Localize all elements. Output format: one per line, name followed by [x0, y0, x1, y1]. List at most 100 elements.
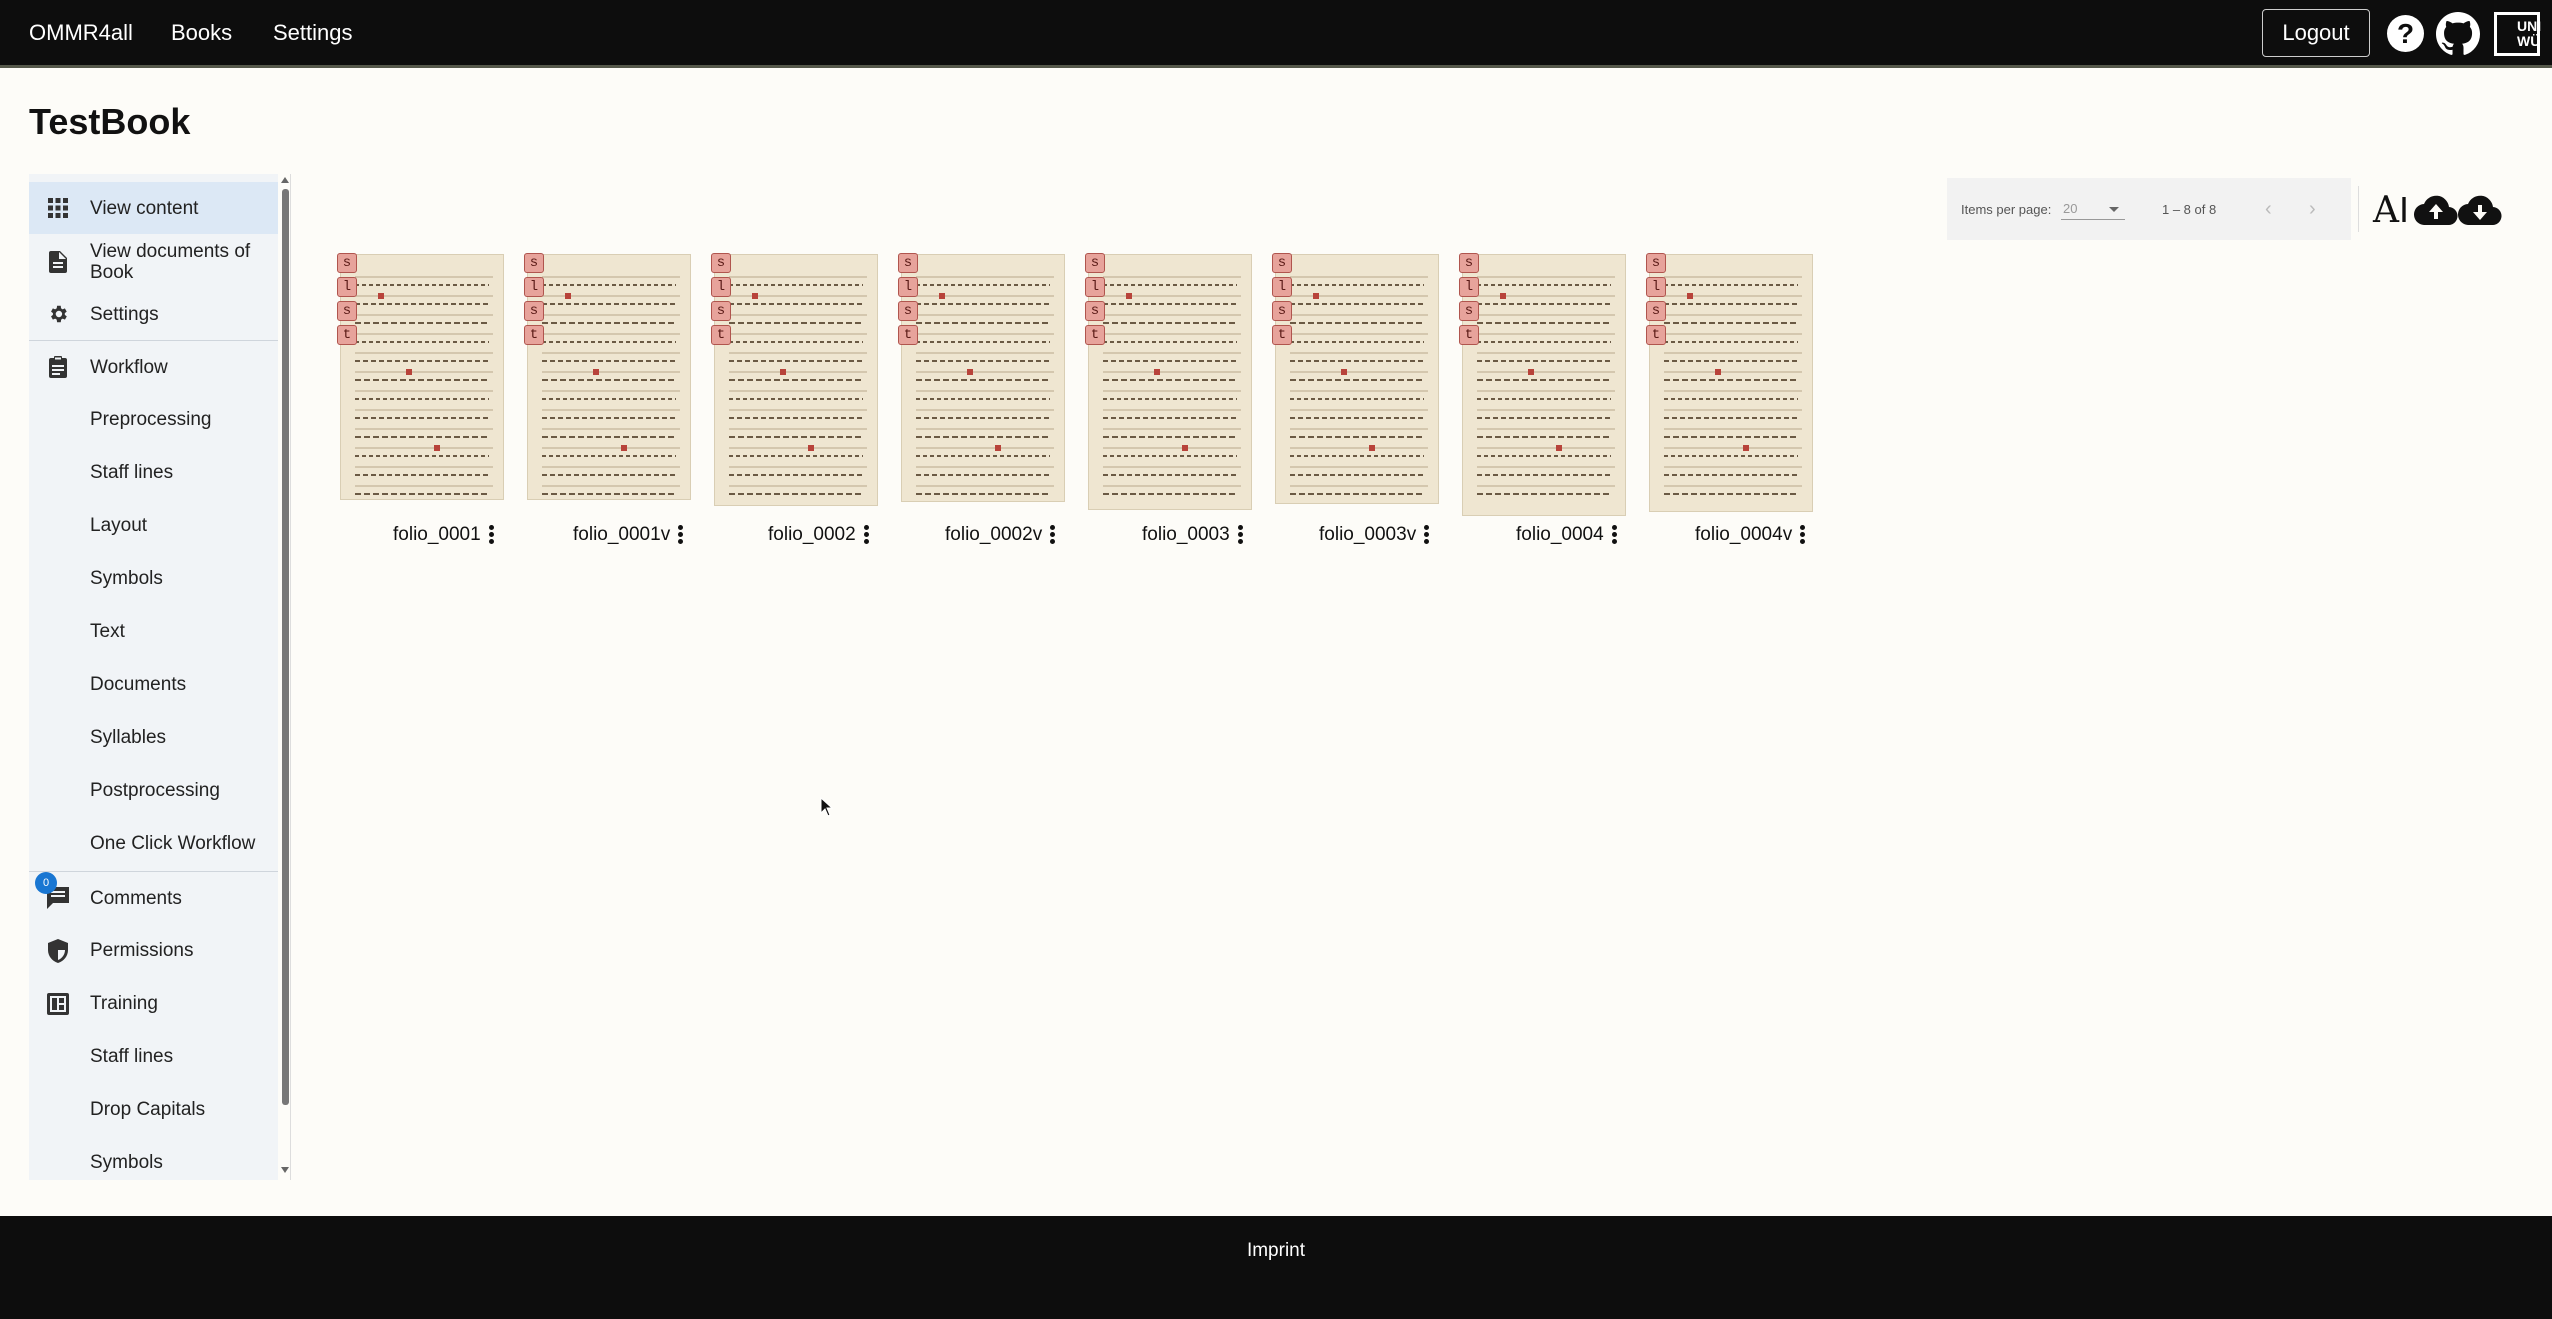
page-preview-image[interactable]	[1088, 254, 1252, 510]
page-status-chip[interactable]: l	[1646, 277, 1666, 297]
page-status-chip[interactable]: l	[1459, 277, 1479, 297]
nav-settings-link[interactable]: Settings	[273, 20, 353, 46]
page-status-chip[interactable]: s	[337, 253, 357, 273]
logout-button[interactable]: Logout	[2262, 9, 2370, 57]
sidebar-item-label: Symbols	[90, 1152, 163, 1173]
sidebar-item-comments[interactable]: 0 Comments	[29, 872, 278, 924]
page-status-chip[interactable]: s	[898, 301, 918, 321]
sidebar-item-settings[interactable]: Settings	[29, 288, 278, 340]
page-status-chip[interactable]: s	[1272, 301, 1292, 321]
sidebar-item-drop-capitals[interactable]: Drop Capitals	[29, 1083, 278, 1136]
sidebar-item-workflow[interactable]: Workflow	[29, 341, 278, 393]
page-preview-image[interactable]	[1462, 254, 1626, 516]
page-thumbnail[interactable]: s l s t folio_0004	[1459, 253, 1629, 553]
shield-icon	[46, 938, 70, 963]
page-status-chip[interactable]: s	[898, 253, 918, 273]
ai-text-icon[interactable]: AI	[2370, 189, 2412, 231]
page-status-chip[interactable]: s	[1646, 253, 1666, 273]
page-status-chip[interactable]: s	[1459, 253, 1479, 273]
page-status-chip[interactable]: t	[1646, 325, 1666, 345]
sidebar-item-label: View documents of Book	[90, 241, 251, 283]
page-preview-image[interactable]	[1275, 254, 1439, 504]
scroll-thumb[interactable]	[282, 189, 289, 1105]
page-thumbnail[interactable]: s l s t folio_0004v	[1646, 253, 1816, 553]
page-status-chip[interactable]: s	[1085, 301, 1105, 321]
page-status-chip[interactable]: s	[1646, 301, 1666, 321]
sidebar-item-postprocessing[interactable]: Postprocessing	[29, 764, 278, 817]
page-status-chip[interactable]: s	[1459, 301, 1479, 321]
brand-link[interactable]: OMMR4all	[29, 20, 133, 46]
page-preview-image[interactable]	[1649, 254, 1813, 512]
page-status-chip[interactable]: s	[711, 253, 731, 273]
comment-count-badge: 0	[35, 872, 57, 894]
page-thumbnail[interactable]: s l s t folio_0002	[711, 253, 881, 553]
sidebar-item-training-staff-lines[interactable]: Staff lines	[29, 1030, 278, 1083]
page-status-chip[interactable]: t	[711, 325, 731, 345]
page-status-chip[interactable]: l	[1272, 277, 1292, 297]
page-status-chip[interactable]: l	[524, 277, 544, 297]
sidebar-item-symbols[interactable]: Symbols	[29, 552, 278, 605]
page-status-chip[interactable]: s	[337, 301, 357, 321]
page-status-chip[interactable]: t	[1085, 325, 1105, 345]
sidebar-scrollbar[interactable]	[280, 174, 290, 1180]
sidebar-item-staff-lines[interactable]: Staff lines	[29, 446, 278, 499]
page-thumbnail[interactable]: s l s t folio_0002v	[898, 253, 1068, 553]
page-status-chip[interactable]: t	[337, 325, 357, 345]
page-status-chip[interactable]: l	[898, 277, 918, 297]
next-page-icon[interactable]: ›	[2309, 199, 2316, 219]
page-status-chip[interactable]: l	[1085, 277, 1105, 297]
sidebar-item-view-documents[interactable]: View documents of Book	[29, 236, 278, 288]
items-per-page-select[interactable]: 20	[2061, 198, 2125, 220]
sidebar-item-permissions[interactable]: Permissions	[29, 924, 278, 977]
page-status-chip[interactable]: t	[1459, 325, 1479, 345]
sidebar-item-training-symbols[interactable]: Symbols	[29, 1136, 278, 1180]
paginator: Items per page: 20 1 – 8 of 8 ‹ ›	[1947, 178, 2351, 240]
scroll-up-arrow[interactable]	[281, 177, 289, 183]
more-vert-icon[interactable]	[1800, 525, 1806, 545]
more-vert-icon[interactable]	[1612, 525, 1618, 545]
more-vert-icon[interactable]	[1050, 525, 1056, 545]
github-icon[interactable]	[2436, 12, 2480, 56]
page-preview-image[interactable]	[714, 254, 878, 506]
sidebar-item-layout[interactable]: Layout	[29, 499, 278, 552]
sidebar-item-syllables[interactable]: Syllables	[29, 711, 278, 764]
sidebar-item-text[interactable]: Text	[29, 605, 278, 658]
more-vert-icon[interactable]	[864, 525, 870, 545]
university-logo[interactable]: UNI WÜ	[2494, 12, 2541, 56]
page-status-chip[interactable]: l	[337, 277, 357, 297]
page-status-chip[interactable]: t	[898, 325, 918, 345]
scroll-down-arrow[interactable]	[281, 1167, 289, 1173]
sidebar-item-training[interactable]: Training	[29, 977, 278, 1030]
sidebar-item-one-click-workflow[interactable]: One Click Workflow	[29, 817, 278, 870]
clipboard-icon	[46, 355, 70, 379]
sidebar-item-view-content[interactable]: View content	[29, 182, 278, 234]
page-status-chip[interactable]: t	[524, 325, 544, 345]
page-range-label: 1 – 8 of 8	[2162, 202, 2217, 217]
page-preview-image[interactable]	[527, 254, 691, 500]
page-status-chip[interactable]: s	[524, 301, 544, 321]
page-status-chip[interactable]: t	[1272, 325, 1292, 345]
sidebar-item-documents[interactable]: Documents	[29, 658, 278, 711]
page-preview-image[interactable]	[901, 254, 1065, 502]
more-vert-icon[interactable]	[1238, 525, 1244, 545]
page-thumbnail[interactable]: s l s t folio_0003v	[1272, 253, 1442, 553]
page-status-chip[interactable]: s	[524, 253, 544, 273]
sidebar-item-preprocessing[interactable]: Preprocessing	[29, 393, 278, 446]
page-preview-image[interactable]	[340, 254, 504, 500]
imprint-link[interactable]: Imprint	[0, 1240, 2552, 1262]
help-icon[interactable]: ?	[2387, 15, 2424, 52]
page-status-chip[interactable]: s	[711, 301, 731, 321]
page-thumbnail[interactable]: s l s t folio_0001v	[524, 253, 694, 553]
nav-books-link[interactable]: Books	[171, 20, 232, 46]
page-status-chip[interactable]: s	[1085, 253, 1105, 273]
more-vert-icon[interactable]	[489, 525, 495, 545]
cloud-upload-icon[interactable]	[2413, 190, 2459, 230]
page-thumbnail[interactable]: s l s t folio_0003	[1085, 253, 1255, 553]
page-status-chip[interactable]: s	[1272, 253, 1292, 273]
cloud-download-icon[interactable]	[2457, 190, 2503, 230]
more-vert-icon[interactable]	[678, 525, 684, 545]
page-status-chip[interactable]: l	[711, 277, 731, 297]
more-vert-icon[interactable]	[1424, 525, 1430, 545]
page-thumbnail[interactable]: s l s t folio_0001	[337, 253, 507, 553]
previous-page-icon[interactable]: ‹	[2265, 199, 2272, 219]
